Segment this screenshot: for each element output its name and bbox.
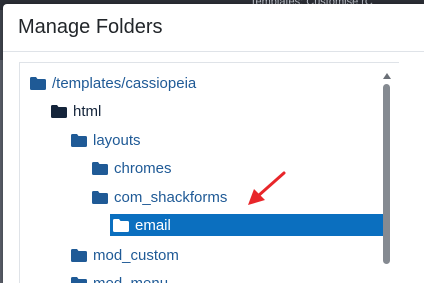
scroll-thumb[interactable] (383, 84, 390, 264)
tree-item-label: email (135, 216, 171, 234)
tree-item-layouts[interactable]: layouts (71, 129, 141, 151)
tree-item-chromes[interactable]: chromes (92, 157, 172, 179)
folder-icon (113, 218, 129, 232)
folder-icon (71, 276, 87, 283)
folder-icon (92, 161, 108, 175)
tree-item-mod-custom[interactable]: mod_custom (71, 244, 179, 266)
tree-item-label: com_shackforms (114, 188, 228, 206)
tree-scrollbar[interactable] (380, 73, 394, 278)
manage-folders-modal: Manage Folders /templates/cassiopeia htm… (3, 4, 424, 283)
tree-item-label: mod_custom (93, 246, 179, 264)
folder-icon (51, 104, 67, 118)
tree-item-label: /templates/cassiopeia (52, 74, 197, 92)
folder-icon (71, 248, 87, 262)
folder-icon (30, 76, 46, 90)
tree-item-label: mod_menu (93, 274, 169, 283)
tree-item-html[interactable]: html (51, 100, 101, 122)
modal-header: Manage Folders (3, 4, 424, 52)
tree-item-label: chromes (114, 159, 172, 177)
modal-body: /templates/cassiopeia html layouts chrom… (3, 53, 424, 283)
tree-item-cassiopeia[interactable]: /templates/cassiopeia (30, 72, 196, 94)
tree-item-com-shackforms[interactable]: com_shackforms (92, 186, 227, 208)
tree-item-label: layouts (93, 131, 141, 149)
folder-icon (71, 133, 87, 147)
modal-title: Manage Folders (18, 16, 163, 38)
tree-item-mod-menu[interactable]: mod_menu (71, 272, 168, 283)
folder-tree: /templates/cassiopeia html layouts chrom… (19, 62, 399, 283)
tree-item-email[interactable]: email (110, 214, 385, 236)
tree-item-label: html (73, 102, 102, 120)
folder-icon (92, 190, 108, 204)
scroll-up-arrow-icon[interactable] (383, 73, 391, 79)
